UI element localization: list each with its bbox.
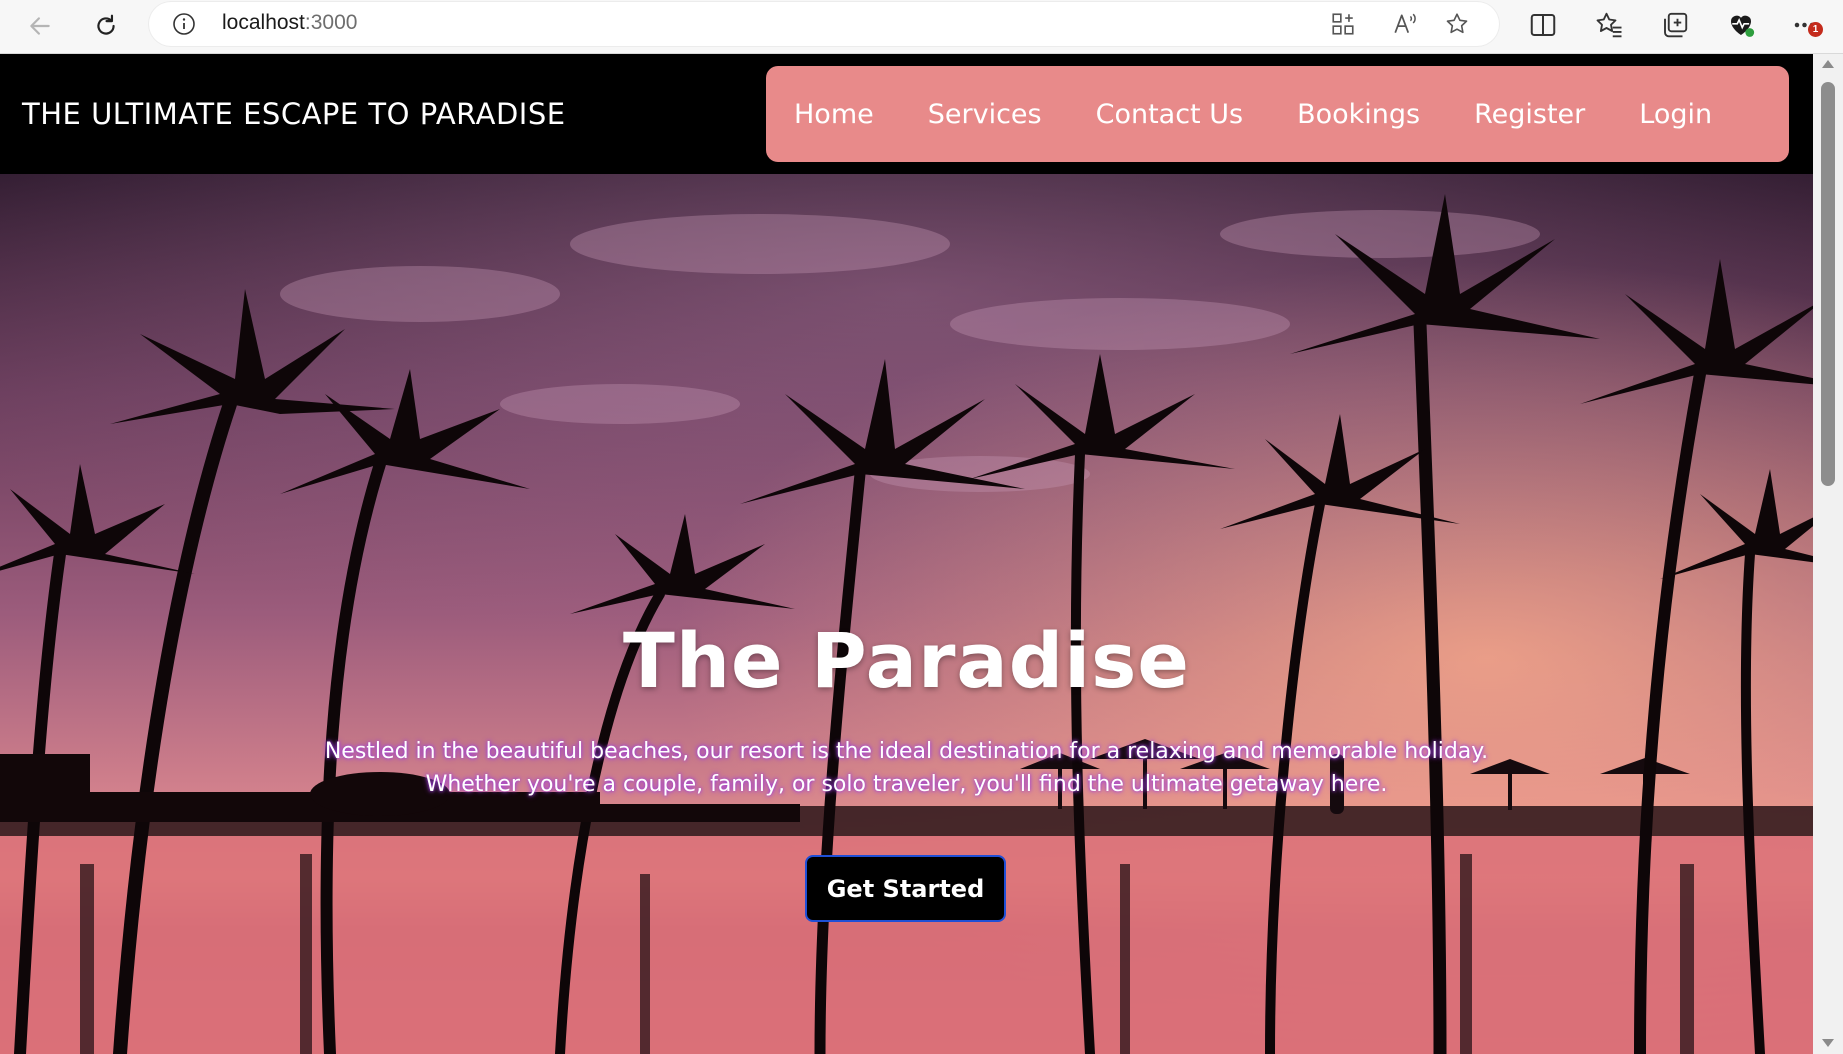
nav-contact-us[interactable]: Contact Us <box>1096 99 1243 130</box>
collections-icon[interactable] <box>1660 10 1690 40</box>
scroll-down-arrow-icon[interactable] <box>1822 1039 1834 1047</box>
scroll-up-arrow-icon[interactable] <box>1822 60 1834 68</box>
split-screen-icon[interactable] <box>1528 10 1558 40</box>
main-nav: Home Services Contact Us Bookings Regist… <box>766 66 1789 162</box>
hero-background-image <box>0 174 1813 1054</box>
site-header: THE ULTIMATE ESCAPE TO PARADISE Home Ser… <box>0 54 1813 174</box>
browser-essentials-icon[interactable] <box>1726 10 1756 40</box>
scrollbar-thumb[interactable] <box>1821 82 1835 486</box>
page-scrollbar[interactable] <box>1813 54 1843 1054</box>
notification-badge: 1 <box>1808 22 1823 37</box>
read-aloud-icon[interactable] <box>1392 11 1418 37</box>
address-bar[interactable]: localhost:3000 <box>148 1 1500 47</box>
nav-home[interactable]: Home <box>794 99 874 130</box>
address-url: localhost:3000 <box>222 11 357 35</box>
hero-title: The Paradise <box>623 616 1190 705</box>
site-logo[interactable]: THE ULTIMATE ESCAPE TO PARADISE <box>22 97 566 131</box>
hero-section: The Paradise Nestled in the beautiful be… <box>0 174 1813 1054</box>
favorite-star-icon[interactable] <box>1444 11 1470 37</box>
url-port: :3000 <box>304 11 358 34</box>
app-install-icon[interactable] <box>1330 11 1356 37</box>
back-icon[interactable] <box>20 6 60 46</box>
hero-description-line2: Whether you're a couple, family, or solo… <box>425 772 1388 797</box>
url-host: localhost <box>222 11 305 34</box>
reload-icon[interactable] <box>86 6 126 46</box>
site-info-icon[interactable] <box>172 12 196 36</box>
nav-login[interactable]: Login <box>1639 99 1712 130</box>
hero-description-line1: Nestled in the beautiful beaches, our re… <box>324 739 1489 764</box>
hero-description: Nestled in the beautiful beaches, our re… <box>260 735 1553 801</box>
nav-services[interactable]: Services <box>928 99 1042 130</box>
nav-bookings[interactable]: Bookings <box>1297 99 1420 130</box>
nav-register[interactable]: Register <box>1474 99 1585 130</box>
get-started-button[interactable]: Get Started <box>805 855 1006 922</box>
page-viewport: THE ULTIMATE ESCAPE TO PARADISE Home Ser… <box>0 54 1813 1054</box>
browser-toolbar: localhost:3000 1 <box>0 0 1843 54</box>
favorites-icon[interactable] <box>1594 10 1624 40</box>
